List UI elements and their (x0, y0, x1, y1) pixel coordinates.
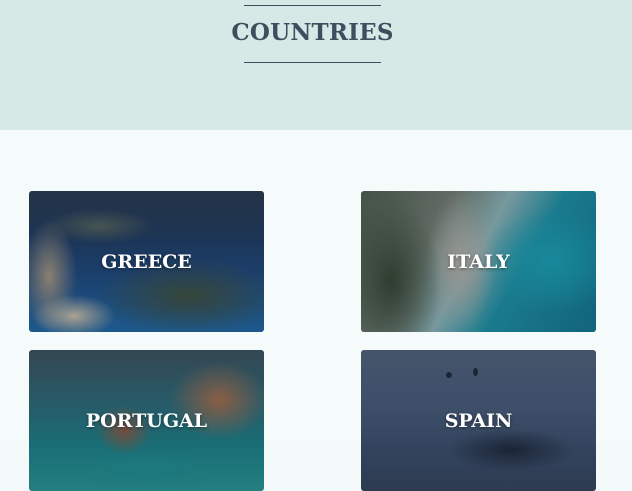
country-label-italy: ITALY (447, 250, 510, 273)
country-card-spain[interactable]: SPAIN (361, 350, 596, 491)
hero-banner: COUNTRIES (0, 0, 632, 130)
country-label-spain: SPAIN (444, 409, 513, 432)
country-card-italy[interactable]: ITALY (361, 191, 596, 332)
title-frame: COUNTRIES (231, 5, 393, 63)
country-label-greece: GREECE (101, 250, 192, 273)
country-card-portugal[interactable]: PORTUGAL (29, 350, 264, 491)
country-card-greece[interactable]: GREECE (29, 191, 264, 332)
country-label-portugal: PORTUGAL (85, 409, 208, 432)
page-title: COUNTRIES (231, 18, 394, 46)
